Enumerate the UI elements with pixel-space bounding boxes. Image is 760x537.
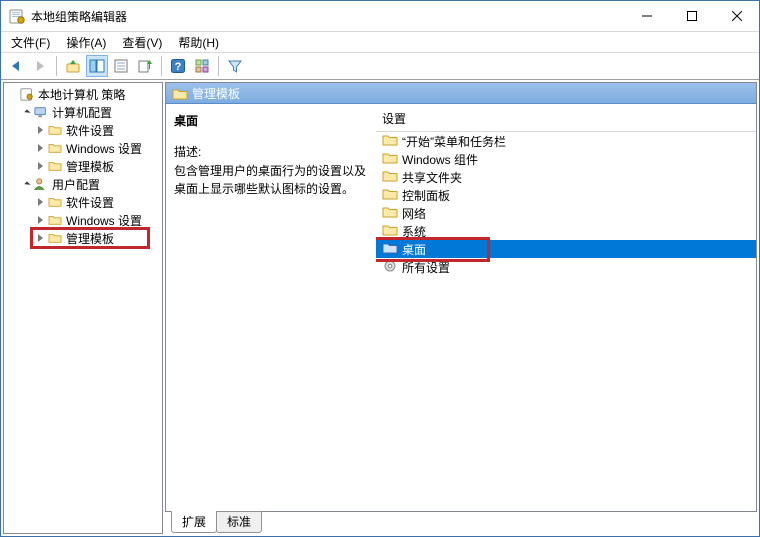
back-button[interactable] — [5, 55, 27, 77]
chevron-right-icon[interactable] — [34, 142, 46, 154]
list-item-label: 控制面板 — [402, 187, 450, 204]
options-button[interactable] — [191, 55, 213, 77]
list-item-label: 网络 — [402, 205, 426, 222]
chevron-right-icon[interactable] — [34, 160, 46, 172]
folder-icon — [48, 214, 62, 226]
tree-root-label: 本地计算机 策略 — [36, 86, 127, 103]
help-button[interactable]: ? — [167, 55, 189, 77]
path-label: 管理模板 — [192, 85, 240, 102]
tab-extended[interactable]: 扩展 — [171, 511, 217, 533]
list-header[interactable]: 设置 — [376, 104, 756, 132]
list-item-label: 系统 — [402, 223, 426, 240]
close-button[interactable] — [714, 1, 759, 30]
app-icon — [9, 8, 25, 24]
menu-action[interactable]: 操作(A) — [62, 33, 110, 52]
filter-button[interactable] — [224, 55, 246, 77]
tree-user-templates[interactable]: 管理模板 — [34, 229, 162, 247]
list-item-label: 桌面 — [402, 241, 426, 258]
chevron-right-icon[interactable] — [34, 196, 46, 208]
list-view[interactable]: “开始”菜单和任务栏Windows 组件共享文件夹控制面板网络系统桌面所有设置 — [376, 132, 756, 511]
tree-computer-templates[interactable]: 管理模板 — [34, 157, 162, 175]
folder-icon — [48, 196, 62, 208]
details-desc-text: 包含管理用户的桌面行为的设置以及桌面上显示哪些默认图标的设置。 — [174, 162, 368, 198]
up-button[interactable] — [62, 55, 84, 77]
tree-user-windows[interactable]: Windows 设置 — [34, 211, 162, 229]
list-item[interactable]: 桌面 — [376, 240, 756, 258]
details-heading: 桌面 — [174, 112, 368, 129]
path-bar: 管理模板 — [166, 83, 756, 104]
folder-icon — [48, 124, 62, 136]
tree-computer-label: 计算机配置 — [50, 104, 114, 121]
view-tabs: 扩展 标准 — [165, 514, 757, 534]
folder-icon — [382, 169, 398, 186]
user-icon — [34, 177, 48, 191]
policy-icon — [20, 87, 34, 101]
list-item[interactable]: 控制面板 — [376, 186, 756, 204]
list-item[interactable]: Windows 组件 — [376, 150, 756, 168]
svg-text:?: ? — [175, 61, 182, 73]
folder-icon — [48, 160, 62, 172]
list-item[interactable]: 网络 — [376, 204, 756, 222]
tree-user-software[interactable]: 软件设置 — [34, 193, 162, 211]
folder-icon — [382, 223, 398, 240]
list-item[interactable]: 所有设置 — [376, 258, 756, 276]
window-title: 本地组策略编辑器 — [31, 8, 624, 25]
menubar: 文件(F) 操作(A) 查看(V) 帮助(H) — [1, 32, 759, 53]
folder-icon — [382, 151, 398, 168]
folder-icon — [382, 205, 398, 222]
maximize-button[interactable] — [669, 1, 714, 30]
chevron-right-icon[interactable] — [34, 232, 46, 244]
properties-button[interactable] — [110, 55, 132, 77]
list-item-label: “开始”菜单和任务栏 — [402, 133, 506, 150]
toolbar: ? — [1, 53, 759, 80]
chevron-down-icon[interactable] — [20, 106, 32, 118]
minimize-button[interactable] — [624, 1, 669, 30]
chevron-right-icon[interactable] — [34, 214, 46, 226]
chevron-down-icon[interactable] — [20, 178, 32, 190]
details-desc-label: 描述: — [174, 143, 368, 160]
list-item-label: 共享文件夹 — [402, 169, 462, 186]
tree-user-config[interactable]: 用户配置 — [20, 175, 162, 193]
folder-icon — [382, 241, 398, 258]
folder-icon — [172, 87, 186, 99]
folder-icon — [382, 187, 398, 204]
folder-icon — [48, 232, 62, 244]
tree-computer-software[interactable]: 软件设置 — [34, 121, 162, 139]
menu-help[interactable]: 帮助(H) — [174, 33, 223, 52]
tree-computer-windows[interactable]: Windows 设置 — [34, 139, 162, 157]
tree-root[interactable]: 本地计算机 策略 — [6, 85, 162, 103]
tree-computer-config[interactable]: 计算机配置 — [20, 103, 162, 121]
tree-pane[interactable]: 本地计算机 策略 — [3, 82, 163, 534]
list-item-label: 所有设置 — [402, 259, 450, 276]
tab-standard[interactable]: 标准 — [216, 511, 262, 533]
details-panel: 桌面 描述: 包含管理用户的桌面行为的设置以及桌面上显示哪些默认图标的设置。 — [166, 104, 376, 511]
gear-icon — [382, 258, 398, 277]
list-item[interactable]: “开始”菜单和任务栏 — [376, 132, 756, 150]
forward-button[interactable] — [29, 55, 51, 77]
tree-user-label: 用户配置 — [50, 176, 102, 193]
folder-icon — [382, 133, 398, 150]
show-hide-tree-button[interactable] — [86, 55, 108, 77]
export-button[interactable] — [134, 55, 156, 77]
list-item[interactable]: 共享文件夹 — [376, 168, 756, 186]
menu-file[interactable]: 文件(F) — [7, 33, 54, 52]
list-item-label: Windows 组件 — [402, 151, 478, 168]
titlebar: 本地组策略编辑器 — [1, 1, 759, 32]
computer-icon — [34, 105, 48, 119]
chevron-right-icon[interactable] — [34, 124, 46, 136]
folder-icon — [48, 142, 62, 154]
menu-view[interactable]: 查看(V) — [118, 33, 166, 52]
list-item[interactable]: 系统 — [376, 222, 756, 240]
